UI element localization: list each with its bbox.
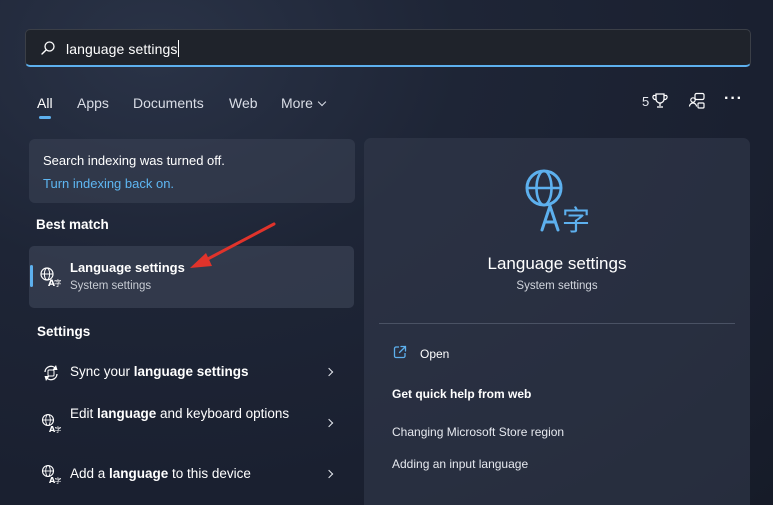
chevron-right-icon <box>324 469 334 479</box>
annotation-arrow <box>190 222 276 268</box>
svg-text:字: 字 <box>55 476 62 484</box>
tab-documents[interactable]: Documents <box>133 95 204 111</box>
settings-item-label: Edit language and keyboard options <box>70 406 290 421</box>
open-button[interactable]: Open <box>420 347 449 361</box>
share-feedback-icon[interactable] <box>688 92 706 110</box>
quick-help-heading: Get quick help from web <box>392 387 532 401</box>
language-icon: A 字 <box>41 464 61 484</box>
language-icon: A 字 <box>40 267 61 288</box>
divider <box>379 323 735 324</box>
search-bar[interactable]: language settings <box>25 29 751 67</box>
open-external-icon[interactable] <box>393 345 407 359</box>
tab-all[interactable]: All <box>37 95 53 111</box>
tab-web[interactable]: Web <box>229 95 258 111</box>
svg-text:字: 字 <box>55 425 62 433</box>
preview-title: Language settings <box>487 254 627 273</box>
rewards-points: 5 <box>642 94 650 109</box>
language-icon: 字 <box>525 169 590 234</box>
preview-panel: 字 Language settings System settings Open… <box>364 138 750 505</box>
settings-item-add-language[interactable]: A 字 Add a language to this device <box>29 454 354 494</box>
svg-text:字: 字 <box>54 278 61 288</box>
chevron-right-icon <box>324 418 334 428</box>
tab-more[interactable]: More <box>281 95 327 111</box>
language-icon: A 字 <box>41 413 61 433</box>
tab-apps[interactable]: Apps <box>77 95 109 111</box>
notice-text: Search indexing was turned off. <box>43 153 225 168</box>
chevron-right-icon <box>324 367 334 377</box>
indexing-notice: Search indexing was turned off. Turn ind… <box>29 139 355 203</box>
best-match-heading: Best match <box>36 217 109 232</box>
search-input[interactable]: language settings <box>66 40 180 57</box>
help-link-input-language[interactable]: Adding an input language <box>392 457 528 471</box>
tab-more-label: More <box>281 95 313 111</box>
settings-heading: Settings <box>37 324 91 339</box>
text-caret <box>178 40 180 57</box>
chevron-down-icon <box>317 97 327 107</box>
selection-indicator <box>30 265 33 287</box>
best-match-subtitle: System settings <box>70 280 152 292</box>
svg-text:字: 字 <box>562 204 590 234</box>
search-icon <box>41 41 55 55</box>
settings-item-label: Add a language to this device <box>70 466 251 481</box>
best-match-title: Language settings <box>70 260 185 275</box>
turn-indexing-on-link[interactable]: Turn indexing back on. <box>43 176 174 191</box>
settings-item-label: Sync your language settings <box>70 364 249 379</box>
settings-item-edit-language-keyboard[interactable]: A 字 Edit language and keyboard options <box>29 402 354 446</box>
settings-item-sync-language[interactable]: Sync your language settings <box>29 352 354 392</box>
help-link-store-region[interactable]: Changing Microsoft Store region <box>392 425 564 439</box>
more-options-icon[interactable]: ··· <box>724 90 743 108</box>
tab-active-indicator <box>39 116 51 119</box>
trophy-icon[interactable] <box>652 92 668 110</box>
search-query-text: language settings <box>66 41 178 57</box>
preview-subtitle: System settings <box>516 280 598 292</box>
sync-icon <box>44 365 58 381</box>
